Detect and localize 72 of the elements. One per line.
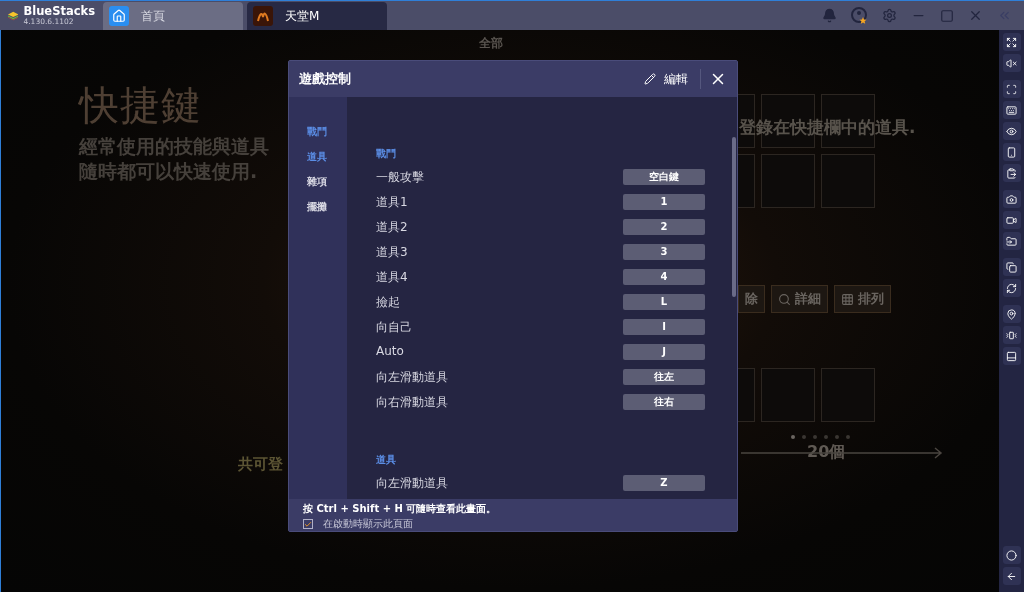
app-name: BlueStacks [23,5,95,17]
edit-button[interactable]: 編輯 [632,70,700,88]
nav-item[interactable]: 道具 [289,150,347,175]
game-button-label: 排列 [858,290,884,308]
folder-icon[interactable] [1002,232,1021,250]
section-heading: 道具 [376,453,397,467]
checkbox[interactable] [303,519,313,529]
key-binding-button[interactable]: 2 [623,219,705,235]
item-slot [761,368,815,422]
key-binding-button[interactable]: 空白鍵 [623,169,705,185]
eye-icon[interactable] [1002,122,1021,140]
action-label: 向右滑動道具 [376,394,449,411]
camera-icon[interactable] [1002,190,1021,208]
key-binding-button[interactable]: 往右 [623,394,705,410]
tab-label: 首頁 [141,7,165,25]
action-label: 道具1 [376,194,409,211]
game-logo-icon [253,6,273,26]
vibrate-icon[interactable] [1002,326,1021,344]
dialog-title: 遊戲控制 [299,70,351,88]
game-subtitle: 經常使用的技能與道具 [79,134,269,159]
panel-icon[interactable] [1002,347,1021,365]
grid-icon [841,292,854,306]
page-dots [791,435,850,439]
key-binding-button[interactable]: I [623,319,705,335]
video-icon[interactable] [1002,211,1021,229]
key-binding-button[interactable]: 往左 [623,369,705,385]
clipboard-icon[interactable] [1002,164,1021,182]
game-button-label: 詳細 [795,290,821,308]
key-binding-button[interactable]: 3 [623,244,705,260]
phone-icon[interactable] [1002,143,1021,161]
scan-icon[interactable] [1002,80,1021,98]
game-count: 20個 [807,442,846,463]
game-count-label: 共可登 [238,455,283,474]
checkbox-label: 在啟動時顯示此頁面 [323,517,413,531]
item-slot [821,368,875,422]
game-title: 快捷鍵 [79,81,202,130]
game-tab-label: 全部 [479,35,503,52]
action-label: 向左滑動道具 [376,475,449,492]
key-binding-button[interactable]: 4 [623,269,705,285]
shortcut-hint: 按 Ctrl + Shift + H 可隨時查看此畫面。 [303,502,498,516]
section-heading: 戰鬥 [376,147,397,161]
item-slot [761,154,815,208]
nav-item[interactable]: 雜項 [289,175,347,200]
sync-icon[interactable] [1002,279,1021,297]
tab[interactable]: 天堂M [247,2,387,30]
action-label: Auto [376,344,405,358]
game-hint: 登錄在快捷欄中的道具. [739,116,916,139]
mute-icon[interactable] [1002,54,1021,72]
home-icon [109,6,129,26]
expand-icon[interactable] [1002,33,1021,51]
nav-item[interactable]: 擺攤 [289,200,347,225]
location-pin-icon[interactable] [1002,305,1021,323]
key-binding-button[interactable]: 1 [623,194,705,210]
pencil-icon [644,73,656,85]
key-binding-button[interactable]: L [623,294,705,310]
action-label: 撿起 [376,294,401,311]
action-label: 道具2 [376,219,409,236]
action-label: 向自己 [376,319,413,336]
item-slot [821,154,875,208]
action-label: 向左滑動道具 [376,369,449,386]
action-label: 一般攻擊 [376,169,425,186]
key-binding-button[interactable]: J [623,344,705,360]
action-label: 道具4 [376,269,409,286]
tab[interactable]: 首頁 [103,2,243,30]
key-binding-button[interactable]: Z [623,475,705,491]
search-icon [778,292,791,306]
keyboard-icon[interactable] [1002,101,1021,119]
action-label: 道具3 [376,244,409,261]
tab-label: 天堂M [285,7,320,25]
copy-icon[interactable] [1002,258,1021,276]
scrollbar-thumb[interactable] [732,137,736,297]
nav-item[interactable]: 戰鬥 [289,125,347,150]
